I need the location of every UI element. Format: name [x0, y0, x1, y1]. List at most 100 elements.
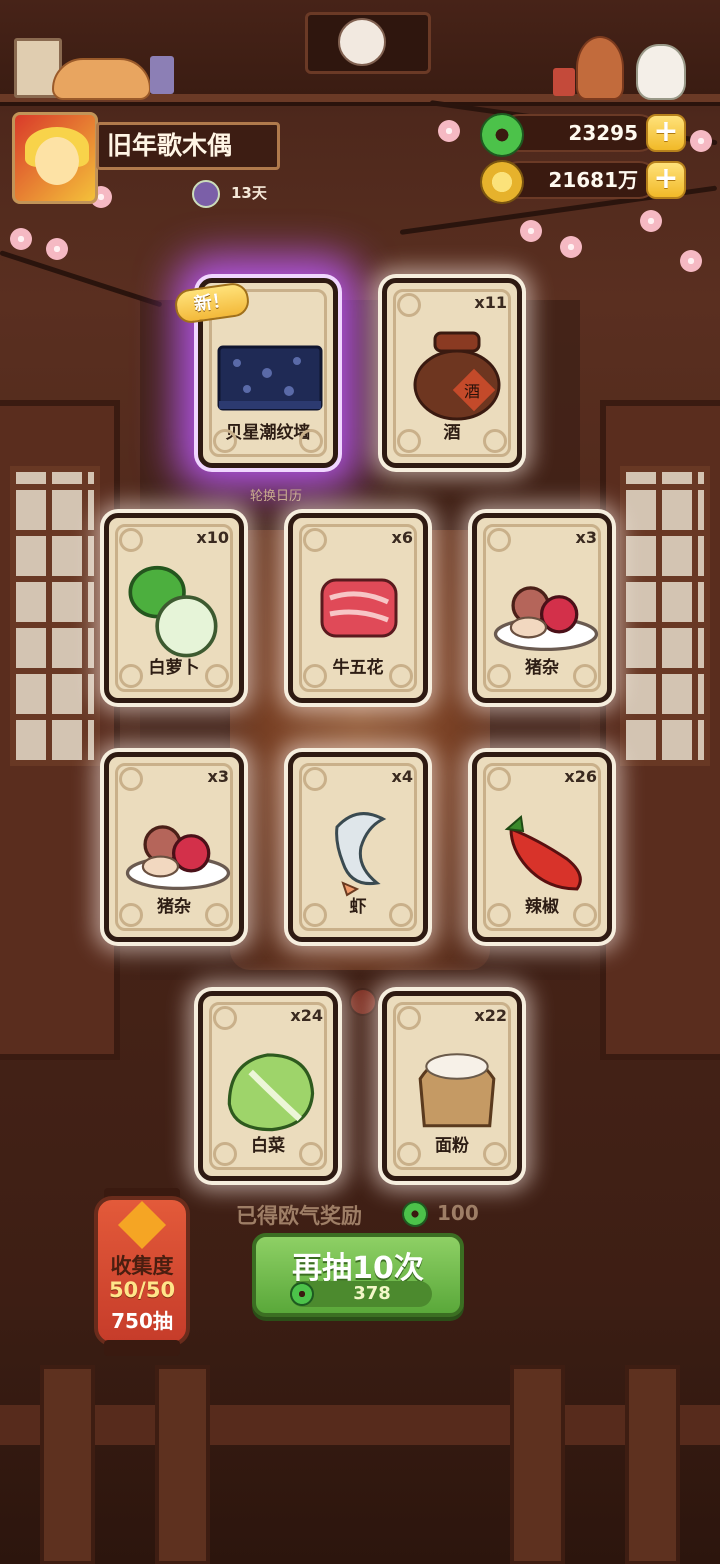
blossom-branch	[0, 250, 163, 308]
card-count: x11	[474, 293, 507, 312]
card-corner-swirl	[303, 903, 327, 927]
card-corner-swirl	[299, 429, 323, 453]
pork-offal-icon	[125, 825, 231, 891]
card-corner-swirl	[389, 664, 413, 688]
collection-draws: 750抽	[111, 1309, 173, 1333]
card-corner-swirl	[397, 1142, 421, 1166]
card-corner-swirl	[303, 664, 327, 688]
card-corner-swirl	[303, 528, 327, 552]
left-door-panel	[0, 400, 120, 1060]
white-radish-icon	[128, 565, 218, 658]
right-door-panel	[600, 400, 720, 1060]
doll-decoration	[576, 36, 624, 100]
rail-post	[510, 1365, 565, 1564]
card-corner-swirl	[119, 767, 143, 791]
balcony-rail	[0, 1405, 720, 1445]
wine-jar-icon: 酒	[413, 331, 501, 421]
card-count: x6	[391, 528, 413, 547]
card-pork-offal[interactable]: x3 猪杂	[472, 513, 612, 703]
blossom	[438, 120, 460, 142]
card-corner-swirl	[487, 903, 511, 927]
card-corner-swirl	[487, 664, 511, 688]
rail-post	[155, 1365, 210, 1564]
card-count: x4	[391, 767, 413, 786]
card-pork-offal[interactable]: x3 猪杂	[104, 752, 244, 942]
jade-icon	[480, 113, 524, 157]
avatar-face	[35, 137, 79, 185]
card-corner-swirl	[573, 664, 597, 688]
game-scene: 旧年歌木偶 13天 23295 + 21681万 + 贝星潮纹墙 新！ x11 …	[0, 0, 720, 1564]
days-counter: 13天	[231, 184, 267, 202]
blossom	[46, 238, 68, 260]
purple-jar-decoration	[150, 56, 174, 94]
blossom	[690, 130, 712, 152]
red-jar-decoration	[553, 68, 575, 96]
blossom	[10, 228, 32, 250]
card-count: x10	[196, 528, 229, 547]
pork-offal-icon	[493, 586, 599, 652]
card-corner-swirl	[299, 1142, 323, 1166]
card-corner-swirl	[397, 429, 421, 453]
card-corner-swirl	[397, 293, 421, 317]
card-count: x3	[575, 528, 597, 547]
flour-sack-icon	[418, 1053, 496, 1128]
card-corner-swirl	[573, 903, 597, 927]
collection-title: 收集度	[110, 1254, 174, 1278]
luck-reward-label: 已得欧气奖励	[236, 1204, 362, 1228]
card-shrimp[interactable]: x4 虾	[288, 752, 428, 942]
card-corner-swirl	[389, 903, 413, 927]
card-flour[interactable]: x22 面粉	[382, 991, 522, 1181]
card-count: x26	[564, 767, 597, 786]
card-count: x24	[290, 1006, 323, 1025]
left-lattice-window	[10, 466, 100, 766]
shrimp-icon	[335, 812, 387, 897]
card-corner-swirl	[119, 528, 143, 552]
blossom	[520, 220, 542, 242]
card-corner-swirl	[213, 1142, 237, 1166]
rotation-calendar-label: 轮换日历	[250, 489, 303, 504]
chili-icon	[504, 815, 582, 891]
blossom	[680, 250, 702, 272]
card-corner-swirl	[119, 903, 143, 927]
blossom	[640, 210, 662, 232]
player-avatar[interactable]	[12, 112, 98, 204]
card-corner-swirl	[119, 664, 143, 688]
white-cat-decoration	[636, 44, 686, 100]
draw-cost: 378	[353, 1283, 391, 1304]
pet-avatar-icon	[192, 180, 220, 208]
card-corner-swirl	[487, 767, 511, 791]
card-corner-swirl	[483, 429, 507, 453]
jade-icon	[402, 1201, 428, 1227]
rail-post	[625, 1365, 680, 1564]
card-corner-swirl	[213, 1006, 237, 1030]
right-lattice-window	[620, 466, 710, 766]
card-count: x3	[207, 767, 229, 786]
add-jade-button[interactable]: +	[646, 114, 686, 152]
card-white-radish[interactable]: x10 白萝卜	[104, 513, 244, 703]
jade-icon	[290, 1282, 314, 1306]
blossom	[560, 236, 582, 258]
rail-post	[40, 1365, 95, 1564]
draw-again-button[interactable]: 再抽10次 378	[252, 1233, 464, 1317]
beef-belly-icon	[320, 578, 398, 638]
card-chili[interactable]: x26 辣椒	[472, 752, 612, 942]
center-knob-icon	[349, 988, 377, 1016]
card-count: x22	[474, 1006, 507, 1025]
card-cabbage[interactable]: x24 白菜	[198, 991, 338, 1181]
cat-portrait-icon	[338, 18, 386, 66]
player-name: 旧年歌木偶	[96, 122, 280, 170]
add-coins-button[interactable]: +	[646, 161, 686, 199]
card-corner-swirl	[483, 1142, 507, 1166]
card-corner-swirl	[303, 767, 327, 791]
copper-coin-icon	[480, 160, 524, 204]
wall-tile-icon	[217, 345, 323, 411]
card-corner-swirl	[205, 664, 229, 688]
cabbage-icon	[227, 1053, 315, 1132]
card-corner-swirl	[397, 1006, 421, 1030]
card-beef-belly[interactable]: x6 牛五花	[288, 513, 428, 703]
card-wine[interactable]: x11 酒 酒	[382, 278, 522, 468]
tabby-cat-decoration	[52, 58, 151, 100]
card-corner-swirl	[205, 903, 229, 927]
luck-reward-value: 100	[437, 1201, 479, 1225]
lantern-base	[104, 1340, 180, 1356]
